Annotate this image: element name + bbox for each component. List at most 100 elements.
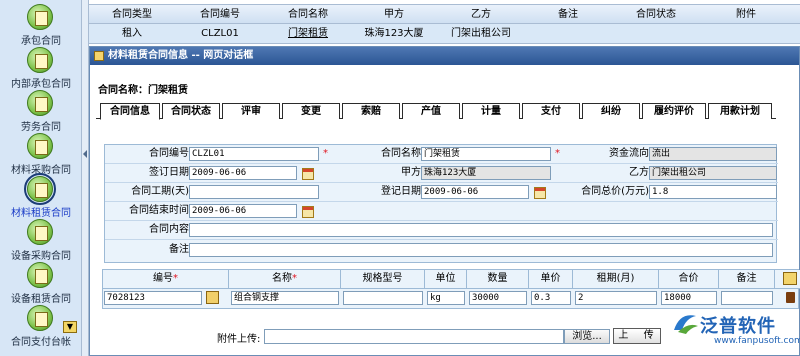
add-row-icon[interactable] (783, 272, 797, 285)
total-price-field[interactable]: 1.8 (649, 185, 777, 199)
contract-icon (24, 173, 56, 205)
tab-bar: 合同信息 合同状态 评审 变更 索赔 产值 计量 支付 纠纷 履约评价 用款计划 (96, 103, 776, 120)
delete-row-icon[interactable] (786, 292, 795, 303)
item-code-field[interactable]: 7028123 (104, 291, 202, 305)
sidebar-item-equipment-purchase[interactable]: 设备采购合同 (0, 219, 82, 262)
sign-date-field[interactable]: 2009-06-06 (189, 166, 297, 180)
tab-claim[interactable]: 索赔 (342, 103, 400, 119)
item-total-field[interactable]: 18000 (661, 291, 717, 305)
column-header[interactable]: 备注 (525, 5, 611, 24)
party-a-label: 甲方 (401, 167, 421, 178)
upload-file-field[interactable] (264, 329, 564, 344)
content-field[interactable] (189, 223, 773, 237)
table-row[interactable]: 租入 CLZL01 门架租赁 珠海123大厦 门架出租公司 (89, 24, 800, 44)
fund-flow-field[interactable]: 流出 (649, 147, 777, 161)
tab-contract-info[interactable]: 合同信息 (100, 103, 160, 120)
duration-label: 合同工期(天) (131, 186, 189, 197)
sidebar-item-label: 设备采购合同 (11, 251, 71, 262)
required-mark: * (323, 148, 328, 159)
cell-remark (525, 24, 611, 43)
item-spec-field[interactable] (343, 291, 423, 305)
item-unit-field[interactable]: kg (427, 291, 465, 305)
column-header: 租期(月) (573, 270, 659, 288)
tab-payment[interactable]: 支付 (522, 103, 580, 119)
brand-url: www.fanpusoft.com (714, 336, 800, 346)
column-header[interactable]: 甲方 (351, 5, 437, 24)
cell-party-b: 门架出租公司 (451, 28, 511, 39)
party-a-field[interactable]: 珠海123大厦 (421, 166, 551, 180)
column-header[interactable]: 附件 (701, 5, 791, 24)
sidebar-item-label: 材料租赁合同 (11, 208, 71, 219)
tab-fund-plan[interactable]: 用款计划 (708, 103, 772, 119)
tab-contract-status[interactable]: 合同状态 (162, 103, 220, 119)
sidebar-item-label: 承包合同 (21, 36, 61, 47)
remark-label: 备注 (169, 244, 189, 255)
contract-name-field[interactable]: 门架租赁 (421, 147, 551, 161)
cell-party-a: 珠海123大厦 (364, 28, 424, 39)
upload-label: 附件上传: (217, 334, 261, 345)
calendar-icon[interactable] (302, 168, 314, 180)
column-header[interactable]: 合同类型 (89, 5, 175, 24)
contract-icon (27, 133, 53, 159)
sidebar-item-contract[interactable]: 承包合同 (0, 4, 82, 47)
end-date-label: 合同结束时间 (129, 205, 189, 216)
sidebar-item-material-purchase[interactable]: 材料采购合同 (0, 133, 82, 176)
tab-change[interactable]: 变更 (282, 103, 340, 119)
item-price-field[interactable]: 0.3 (531, 291, 571, 305)
sidebar-item-internal-contract[interactable]: 内部承包合同 (0, 47, 82, 90)
tab-dispute[interactable]: 纠纷 (582, 103, 640, 119)
scroll-down-icon[interactable]: ▼ (63, 321, 77, 333)
sidebar-item-label: 合同支付台帐 (11, 337, 71, 348)
calendar-icon[interactable] (534, 187, 546, 199)
cell-attachment (701, 24, 791, 43)
cell-name-link[interactable]: 门架租赁 (265, 24, 351, 43)
cell-status (611, 24, 701, 43)
dialog-title-bar[interactable]: 材料租赁合同信息 -- 网页对话框 (90, 47, 799, 65)
select-item-icon[interactable] (206, 291, 219, 304)
window-icon (94, 51, 104, 61)
upload-button[interactable]: 上 传 (613, 328, 661, 344)
cell-number: CLZL01 (201, 28, 239, 39)
required-mark: * (555, 148, 560, 159)
collapse-splitter[interactable] (82, 0, 89, 356)
column-header: 备注 (719, 270, 775, 288)
item-name-field[interactable]: 组合钢支撑 (231, 291, 339, 305)
sidebar-item-equipment-lease[interactable]: 设备租赁合同 (0, 262, 82, 305)
sidebar-item-material-lease[interactable]: 材料租赁合同 (0, 173, 82, 219)
item-remark-field[interactable] (721, 291, 773, 305)
sidebar-item-labor-contract[interactable]: 劳务合同 (0, 90, 82, 133)
calendar-icon[interactable] (302, 206, 314, 218)
column-header[interactable]: 合同状态 (611, 5, 701, 24)
items-table: 编号* 名称* 规格型号 单位 数量 单价 租期(月) 合价 备注 702812… (102, 269, 800, 309)
sidebar-item-label: 内部承包合同 (11, 79, 71, 90)
column-header: 名称* (229, 270, 341, 288)
column-header[interactable]: 乙方 (437, 5, 525, 24)
item-qty-field[interactable]: 30000 (469, 291, 527, 305)
contract-icon (27, 305, 53, 331)
fund-flow-label: 资金流向 (609, 148, 649, 159)
duration-field[interactable] (189, 185, 319, 199)
contract-no-label: 合同编号 (149, 148, 189, 159)
party-b-field[interactable]: 门架出租公司 (649, 166, 777, 180)
tab-output[interactable]: 产值 (402, 103, 460, 119)
browse-button[interactable]: 浏览... (564, 329, 610, 344)
register-date-field[interactable]: 2009-06-06 (421, 185, 529, 199)
dialog-title: 材料租赁合同信息 -- 网页对话框 (108, 50, 254, 61)
column-header[interactable]: 合同名称 (265, 5, 351, 24)
collapse-arrow-icon (83, 150, 87, 158)
contract-icon (27, 219, 53, 245)
sidebar: 承包合同 内部承包合同 劳务合同 材料采购合同 材料租赁合同 设备采购合同 设备… (0, 0, 82, 356)
contract-icon (27, 90, 53, 116)
contract-icon (27, 47, 53, 73)
remark-field[interactable] (189, 243, 773, 257)
end-date-field[interactable]: 2009-06-06 (189, 204, 297, 218)
brand-mark-icon (674, 315, 698, 334)
column-header[interactable]: 合同编号 (175, 5, 265, 24)
sidebar-item-label: 材料采购合同 (11, 165, 71, 176)
tab-measure[interactable]: 计量 (462, 103, 520, 119)
cell-type: 租入 (122, 28, 142, 39)
tab-performance[interactable]: 履约评价 (642, 103, 706, 119)
item-term-field[interactable]: 2 (575, 291, 657, 305)
tab-review[interactable]: 评审 (222, 103, 280, 119)
contract-no-field[interactable]: CLZL01 (189, 147, 319, 161)
